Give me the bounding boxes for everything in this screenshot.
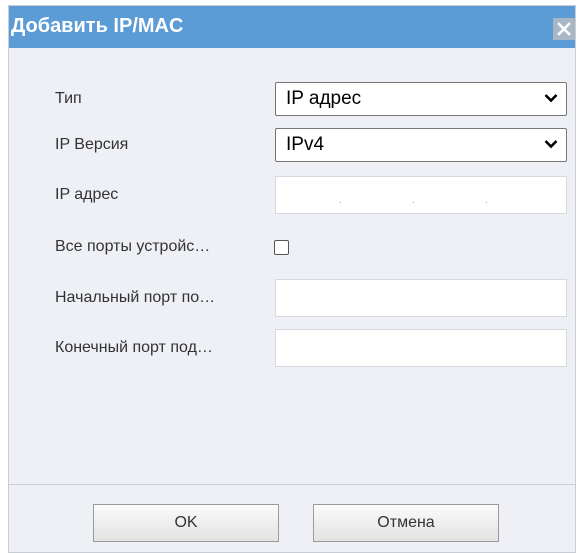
ip-version-select[interactable]: IPv4 — [275, 128, 567, 162]
start-port-label: Начальный порт по… — [55, 289, 216, 306]
end-port-row: Конечный порт под… — [9, 327, 575, 367]
start-port-row: Начальный порт по… — [9, 277, 575, 317]
ip-version-row: IP Версия IPv4 — [9, 126, 575, 166]
dialog-title-bar: Добавить IP/MAC — [9, 6, 575, 48]
ip-octet-separator: . — [485, 195, 488, 206]
end-port-label: Конечный порт под… — [55, 339, 213, 356]
ip-octet-separator: . — [412, 195, 415, 206]
type-row: Тип IP адрес — [9, 80, 575, 120]
close-icon — [557, 22, 571, 36]
type-label: Тип — [55, 90, 82, 107]
end-port-field[interactable] — [275, 329, 567, 367]
ip-address-row: IP адрес . . . — [9, 174, 575, 214]
ip-version-select-value: IPv4 — [286, 134, 325, 155]
all-ports-checkbox[interactable] — [274, 240, 289, 255]
start-port-field[interactable] — [275, 279, 567, 317]
type-select-value: IP адрес — [286, 88, 362, 109]
ip-address-label: IP адрес — [55, 186, 119, 203]
type-select[interactable]: IP адрес — [275, 82, 567, 116]
footer-divider — [9, 484, 575, 485]
ok-button[interactable]: OK — [93, 504, 279, 542]
cancel-button[interactable]: Отмена — [313, 504, 499, 542]
ip-address-field[interactable]: . . . — [275, 176, 567, 214]
add-ip-mac-dialog: Добавить IP/MAC Тип IP адрес IP Версия I… — [8, 5, 576, 553]
close-button[interactable] — [553, 18, 575, 40]
ip-octet-separator: . — [339, 195, 342, 206]
all-ports-label: Все порты устройс… — [55, 238, 211, 255]
ip-version-label: IP Версия — [55, 136, 129, 153]
chevron-down-icon — [544, 140, 558, 149]
chevron-down-icon — [544, 94, 558, 103]
dialog-title: Добавить IP/MAC — [11, 15, 184, 37]
all-ports-row: Все порты устройс… — [9, 228, 575, 268]
